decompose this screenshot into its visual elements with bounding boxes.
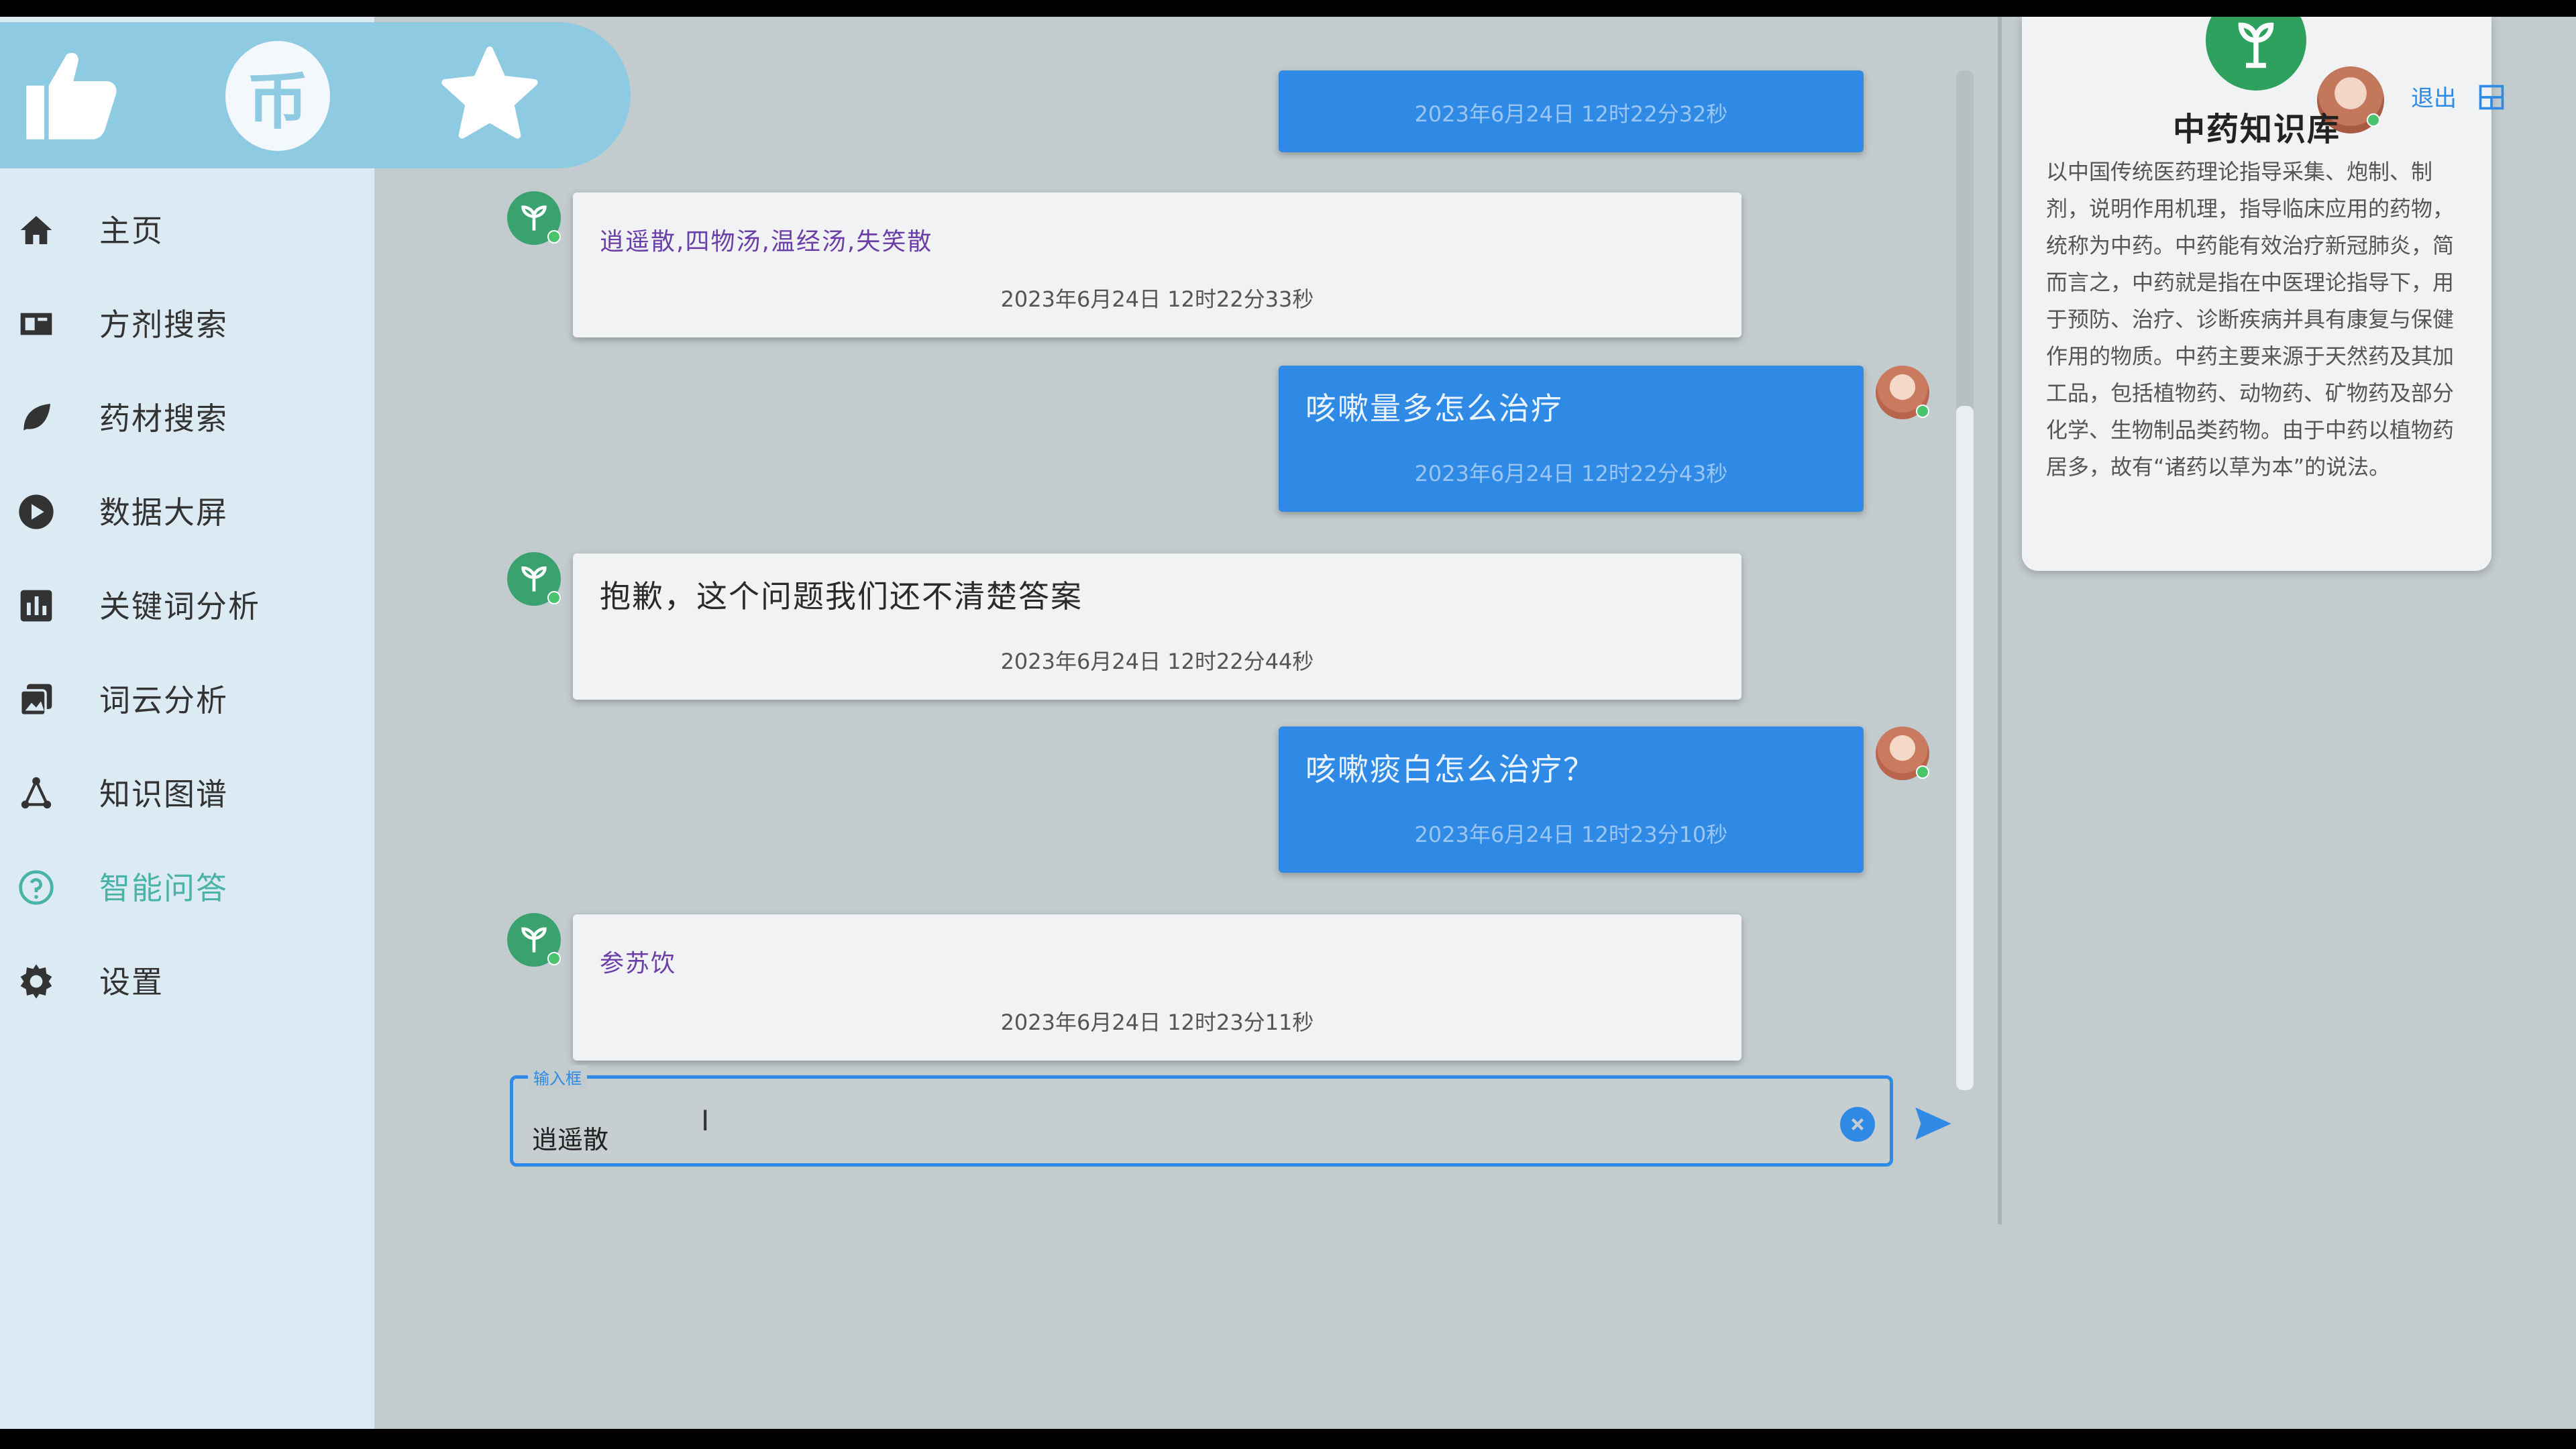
sidebar: 主页 方剂搜索 药材搜索 数据大屏 关键词分析 词云分析 知识图谱 智能问答 设… <box>0 17 374 1429</box>
knowledge-base-description: 以中国传统医药理论指导采集、炮制、制剂，说明作用机理，指导临床应用的药物，统称为… <box>2046 159 2455 480</box>
book-icon <box>17 305 55 343</box>
scrollbar-thumb[interactable] <box>1956 406 1974 1090</box>
chat-scrollbar[interactable] <box>1956 70 1974 1090</box>
sidebar-item-label: 药材搜索 <box>99 400 228 437</box>
sidebar-item-smart-qa[interactable]: 智能问答 <box>0 846 374 926</box>
coin-icon: 币 <box>225 41 330 151</box>
sidebar-item-label: 设置 <box>99 964 164 1000</box>
close-icon <box>1851 1118 1864 1131</box>
panel-divider <box>1998 17 2002 1224</box>
sidebar-item-label: 数据大屏 <box>99 494 228 531</box>
message-time: 2023年6月24日 12时23分10秒 <box>1414 822 1728 847</box>
fullscreen-icon[interactable] <box>2477 83 2506 112</box>
sidebar-item-formula-search[interactable]: 方剂搜索 <box>0 282 374 363</box>
formula-result-link[interactable]: 逍遥散,四物汤,温经汤,失笑散 <box>600 222 932 257</box>
bot-avatar <box>507 552 561 606</box>
user-avatar <box>1876 366 1929 419</box>
bar-chart-icon <box>17 587 55 625</box>
user-message-bubble: 咳嗽量多怎么治疗 2023年6月24日 12时22分43秒 <box>1279 366 1864 512</box>
message-time: 2023年6月24日 12时22分33秒 <box>1000 286 1314 312</box>
cloud-image-icon <box>17 681 55 718</box>
bot-message-bubble: 抱歉，这个问题我们还不清楚答案 2023年6月24日 12时22分44秒 <box>573 553 1741 700</box>
sidebar-item-label: 关键词分析 <box>99 588 260 625</box>
text-cursor-icon: I <box>701 1104 710 1137</box>
like-button[interactable] <box>19 44 123 148</box>
knowledge-base-logo-icon <box>2206 17 2306 91</box>
sidebar-item-keyword-analysis[interactable]: 关键词分析 <box>0 564 374 645</box>
message-time: 2023年6月24日 12时22分43秒 <box>1414 461 1728 486</box>
bot-avatar <box>507 191 561 245</box>
message-text: 咳嗽量多怎么治疗 <box>1305 390 1563 427</box>
clear-input-button[interactable] <box>1840 1107 1875 1142</box>
chat-input[interactable] <box>531 1118 1741 1157</box>
leaf-icon <box>17 399 55 437</box>
sidebar-item-label: 智能问答 <box>99 870 228 906</box>
coin-glyph: 币 <box>246 65 309 138</box>
send-icon <box>1915 1108 1951 1140</box>
sidebar-item-data-screen[interactable]: 数据大屏 <box>0 470 374 551</box>
user-avatar <box>1876 727 1929 780</box>
sidebar-item-knowledge-graph[interactable]: 知识图谱 <box>0 752 374 833</box>
sidebar-item-herb-search[interactable]: 药材搜索 <box>0 376 374 457</box>
play-circle-icon <box>17 493 55 531</box>
send-button[interactable] <box>1912 1102 1955 1145</box>
input-label: 输入框 <box>528 1065 587 1089</box>
coin-button[interactable]: 币 <box>225 41 330 151</box>
message-text: 咳嗽痰白怎么治疗？ <box>1305 751 1595 788</box>
star-icon <box>436 41 543 151</box>
message-time: 2023年6月24日 12时22分32秒 <box>1414 101 1728 127</box>
bot-message-bubble: 逍遥散,四物汤,温经汤,失笑散 2023年6月24日 12时22分33秒 <box>573 193 1741 337</box>
logout-link[interactable]: 退出 <box>2411 80 2457 113</box>
message-text: 抱歉，这个问题我们还不清楚答案 <box>600 578 1083 614</box>
favorite-button[interactable] <box>437 44 542 148</box>
user-message-bubble: 2023年6月24日 12时22分32秒 <box>1279 70 1864 152</box>
thumbs-up-icon <box>17 41 125 151</box>
home-icon <box>17 211 55 249</box>
question-answer-icon <box>17 869 55 906</box>
sidebar-item-label: 方剂搜索 <box>99 307 228 343</box>
message-time: 2023年6月24日 12时22分44秒 <box>1000 649 1314 674</box>
user-message-bubble: 咳嗽痰白怎么治疗？ 2023年6月24日 12时23分10秒 <box>1279 727 1864 873</box>
sidebar-item-label: 词云分析 <box>99 682 228 718</box>
graph-network-icon <box>17 775 55 812</box>
message-time: 2023年6月24日 12时23分11秒 <box>1000 1010 1314 1035</box>
social-action-bar: 币 <box>0 22 631 168</box>
sidebar-item-label: 主页 <box>99 213 164 249</box>
gear-icon <box>17 963 55 1000</box>
sidebar-item-settings[interactable]: 设置 <box>0 940 374 1020</box>
sidebar-item-home[interactable]: 主页 <box>0 189 374 269</box>
bot-avatar <box>507 913 561 967</box>
sidebar-item-label: 知识图谱 <box>99 776 228 812</box>
app-window: 主页 方剂搜索 药材搜索 数据大屏 关键词分析 词云分析 知识图谱 智能问答 设… <box>0 17 2576 1429</box>
chat-input-field[interactable]: 输入框 I <box>510 1065 1893 1167</box>
sidebar-item-wordcloud[interactable]: 词云分析 <box>0 658 374 739</box>
formula-result-link[interactable]: 参苏饮 <box>600 944 676 979</box>
bot-message-bubble: 参苏饮 2023年6月24日 12时23分11秒 <box>573 914 1741 1061</box>
